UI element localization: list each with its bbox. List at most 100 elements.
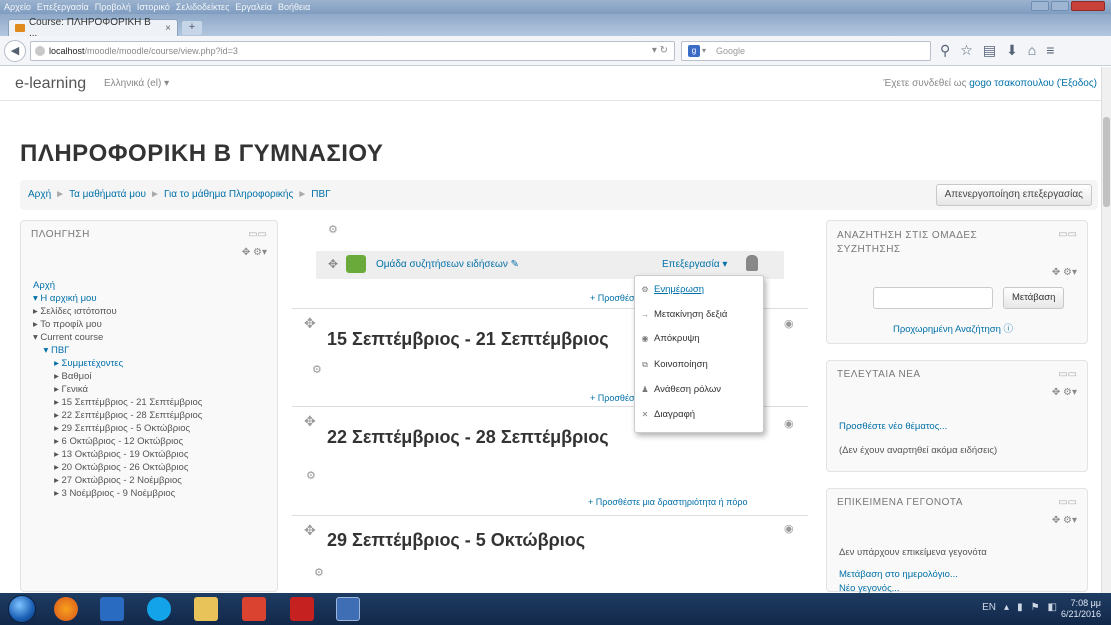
dropdown-item-share[interactable]: ⧉ Κοινοποίηση	[641, 359, 708, 370]
dropdown-item-move-right[interactable]: → Μετακίνηση δεξιά	[641, 309, 727, 320]
block-dock-icon[interactable]: ▭▭	[1058, 229, 1077, 240]
flag-icon[interactable]: ⚑	[1031, 602, 1040, 613]
user-link[interactable]: gogo τσακοπουλου	[969, 78, 1054, 89]
dropdown-item-assign-roles[interactable]: ♟ Ανάθεση ρόλων	[641, 384, 721, 395]
firefox-icon[interactable]	[54, 597, 78, 621]
block-actions-icon[interactable]: ✥ ⚙▾	[242, 247, 267, 258]
menu-tools[interactable]: Εργαλεία	[235, 2, 272, 12]
block-dock-icon[interactable]: ▭▭	[248, 229, 267, 240]
calendar-link[interactable]: Μετάβαση στο ημερολόγιο...	[839, 569, 958, 580]
nav-item[interactable]: Αρχή	[33, 279, 202, 292]
bookmark-star-icon[interactable]: ☆	[960, 42, 973, 59]
gear-icon[interactable]: ⚙	[312, 363, 322, 376]
clock[interactable]: 7:08 μμ 6/21/2016	[1061, 598, 1101, 620]
gear-icon[interactable]: ⚙	[306, 469, 316, 482]
page-scrollbar[interactable]	[1101, 67, 1111, 593]
bookmarks-menu-icon[interactable]: ▤	[983, 42, 996, 59]
menu-history[interactable]: Ιστορικό	[137, 2, 170, 12]
new-tab-button[interactable]: +	[182, 21, 202, 35]
gear-icon[interactable]: ⚙	[314, 566, 324, 579]
nav-item[interactable]: ▸ 6 Οκτώβριος - 12 Οκτώβριος	[33, 435, 202, 448]
search-icon[interactable]: ⚲	[940, 42, 950, 59]
nav-item[interactable]: ▸ Βαθμοί	[33, 370, 202, 383]
nav-item[interactable]: ▾ ΠΒΓ	[33, 344, 202, 357]
section-move-icon[interactable]: ✥	[304, 315, 316, 332]
nav-item[interactable]: ▾ Current course	[33, 331, 202, 344]
eye-icon[interactable]: ◉	[784, 522, 794, 535]
breadcrumb-course[interactable]: ΠΒΓ	[311, 189, 330, 200]
start-button[interactable]	[8, 595, 36, 623]
paint-icon[interactable]	[336, 597, 360, 621]
maximize-button[interactable]	[1051, 1, 1069, 11]
section-move-icon[interactable]: ✥	[304, 522, 316, 539]
nav-item[interactable]: ▸ 29 Σεπτέμβριος - 5 Οκτώβριος	[33, 422, 202, 435]
nav-item[interactable]: ▸ Το προφίλ μου	[33, 318, 202, 331]
nav-item[interactable]: ▸ 27 Οκτώβριος - 2 Νοέμβριος	[33, 474, 202, 487]
nav-item[interactable]: ▸ Σελίδες ιστότοπου	[33, 305, 202, 318]
folder-icon[interactable]	[194, 597, 218, 621]
advanced-search-link[interactable]: Προχωρημένη Αναζήτηση ⓘ	[893, 321, 1013, 335]
hamburger-menu-icon[interactable]: ≡	[1046, 42, 1054, 59]
move-icon[interactable]: ✥	[328, 257, 338, 271]
gear-icon[interactable]: ⚙	[328, 223, 338, 236]
forum-search-input[interactable]	[873, 287, 993, 309]
nav-item[interactable]: ▸ 15 Σεπτέμβριος - 21 Σεπτέμβριος	[33, 396, 202, 409]
nav-item[interactable]: ▸ 3 Νοέμβριος - 9 Νοέμβριος	[33, 487, 202, 500]
dropdown-item-delete[interactable]: ✕ Διαγραφή	[641, 409, 695, 420]
menu-file[interactable]: Αρχείο	[4, 2, 31, 12]
minimize-button[interactable]	[1031, 1, 1049, 11]
eye-icon[interactable]: ◉	[784, 417, 794, 430]
site-identity-icon[interactable]	[35, 46, 45, 56]
nav-item[interactable]: ▾ Η αρχική μου	[33, 292, 202, 305]
back-button[interactable]: ◀	[4, 39, 26, 62]
logout-link[interactable]: (Έξοδος)	[1057, 78, 1097, 89]
office-icon[interactable]	[242, 597, 266, 621]
close-window-button[interactable]	[1071, 1, 1105, 11]
forum-link[interactable]: Ομάδα συζητήσεων ειδήσεων ✎	[376, 259, 519, 270]
eye-icon[interactable]: ◉	[784, 317, 794, 330]
block-dock-icon[interactable]: ▭▭	[1058, 497, 1077, 508]
search-engine-dropdown-icon[interactable]: ▾	[702, 42, 706, 60]
block-actions-icon[interactable]: ✥ ⚙▾	[1052, 267, 1077, 278]
edit-menu-link[interactable]: Επεξεργασία ▾	[662, 259, 727, 270]
menu-help[interactable]: Βοήθεια	[278, 2, 310, 12]
site-brand[interactable]: e-learning	[15, 75, 86, 93]
home-icon[interactable]: ⌂	[1028, 42, 1036, 59]
block-actions-icon[interactable]: ✥ ⚙▾	[1052, 515, 1077, 526]
language-menu[interactable]: Ελληνικά (el) ▾	[104, 78, 169, 89]
dropdown-item-update[interactable]: ⚙ Ενημέρωση	[641, 284, 704, 295]
chevron-up-icon[interactable]: ▴	[1004, 602, 1009, 613]
signal-icon[interactable]: ▮	[1017, 602, 1023, 613]
group-mode-icon[interactable]	[746, 255, 758, 271]
add-news-link[interactable]: Προσθέστε νέο θέματος...	[839, 421, 947, 432]
nav-item[interactable]: ▸ 22 Σεπτέμβριος - 28 Σεπτέμβριος	[33, 409, 202, 422]
url-bar[interactable]: localhost/moodle/moodle/course/view.php?…	[30, 41, 675, 61]
nav-item[interactable]: ▸ 13 Οκτώβριος - 19 Οκτώβριος	[33, 448, 202, 461]
tab-close-icon[interactable]: ×	[165, 23, 171, 34]
browser-search-bar[interactable]: g ▾ Google	[681, 41, 931, 61]
block-actions-icon[interactable]: ✥ ⚙▾	[1052, 387, 1077, 398]
browser-tab[interactable]: Course: ΠΛΗΡΟΦΟΡΙΚΗ Β ... ×	[8, 17, 178, 39]
language-indicator[interactable]: EN	[982, 602, 996, 613]
add-activity-link[interactable]: + Προσθέστε μια δραστηριότητα ή πόρο	[588, 497, 747, 507]
section-move-icon[interactable]: ✥	[304, 413, 316, 430]
breadcrumb-home[interactable]: Αρχή	[28, 189, 51, 200]
media-player-icon[interactable]	[100, 597, 124, 621]
dropdown-item-hide[interactable]: ◉ Απόκρυψη	[641, 333, 700, 344]
google-icon[interactable]: g	[688, 45, 700, 57]
breadcrumb-my-courses[interactable]: Τα μαθήματά μου	[69, 189, 146, 200]
nav-item[interactable]: ▸ Γενικά	[33, 383, 202, 396]
nav-item[interactable]: ▸ Συμμετέχοντες	[33, 357, 202, 370]
acrobat-icon[interactable]	[290, 597, 314, 621]
breadcrumb-category[interactable]: Για το μάθημα Πληροφορικής	[164, 189, 293, 200]
volume-icon[interactable]: ◧	[1048, 602, 1057, 613]
search-go-button[interactable]: Μετάβαση	[1003, 287, 1065, 309]
reload-icon[interactable]: ▾ ↻	[652, 42, 668, 60]
nav-item[interactable]: ▸ 20 Οκτώβριος - 26 Οκτώβριος	[33, 461, 202, 474]
turn-editing-off-button[interactable]: Απενεργοποίηση επεξεργασίας	[935, 184, 1092, 206]
skype-icon[interactable]	[147, 597, 171, 621]
download-icon[interactable]: ⬇	[1006, 42, 1018, 59]
menu-bookmarks[interactable]: Σελιδοδείκτες	[176, 2, 230, 12]
menu-view[interactable]: Προβολή	[95, 2, 131, 12]
scrollbar-thumb[interactable]	[1103, 117, 1110, 207]
